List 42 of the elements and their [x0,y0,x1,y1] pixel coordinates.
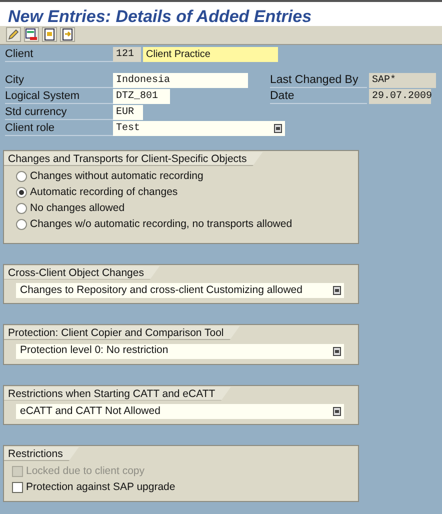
radio-button[interactable] [16,219,27,230]
option-label: No changes allowed [30,200,125,216]
client-code-field[interactable]: 121 [113,46,141,62]
checkbox[interactable] [12,482,23,493]
group-title: Restrictions [4,447,79,461]
option-label: Automatic recording of changes [30,184,178,200]
field-label: Date [270,88,367,104]
group-title: Changes and Transports for Client-Specific Objects [4,152,263,166]
dropdown-icon [274,124,282,132]
group-title: Protection: Client Copier and Comparison Tool [4,326,240,340]
input-field[interactable]: DTZ_801 [113,88,170,104]
window-title: New Entries: Details of Added Entries [0,0,442,26]
readonly-field: SAP* [369,72,436,88]
group-title: Restrictions when Starting CATT and eCATT [4,386,232,400]
radio-button[interactable] [16,203,27,214]
dropdown-icon [333,407,341,416]
dropdown-field[interactable]: Test [113,120,285,136]
document-icon [61,28,74,41]
field-label: Last Changed By [270,72,367,88]
input-field[interactable]: Indonesia [113,72,248,88]
document-icon [43,28,56,41]
option-label: Changes without automatic recording [30,168,204,184]
input-field[interactable]: EUR [113,104,143,120]
option-label: Locked due to client copy [26,464,144,479]
dropdown-field[interactable]: eCATT and CATT Not Allowed [16,404,344,419]
dropdown-field[interactable]: Changes to Repository and cross-client Customizing allowed [16,283,344,298]
radio-button[interactable] [16,187,27,198]
toolbar-button[interactable] [24,27,39,42]
list-icon [25,28,38,41]
pencil-icon [7,28,20,41]
readonly-field: 29.07.2009 [369,88,431,104]
dropdown-field[interactable]: Protection level 0: No restriction [16,344,344,358]
toolbar-button[interactable] [6,27,21,42]
toolbar-button[interactable] [60,27,75,42]
client-name-field[interactable]: Client Practice [143,46,278,62]
radio-button[interactable] [16,171,27,182]
dropdown-icon [333,346,341,356]
option-label: Protection against SAP upgrade [26,480,176,495]
group-title: Cross-Client Object Changes [4,266,160,280]
toolbar-button[interactable] [42,27,57,42]
dropdown-icon [333,286,341,295]
option-label: Changes w/o automatic recording, no transports allowed [30,216,292,232]
